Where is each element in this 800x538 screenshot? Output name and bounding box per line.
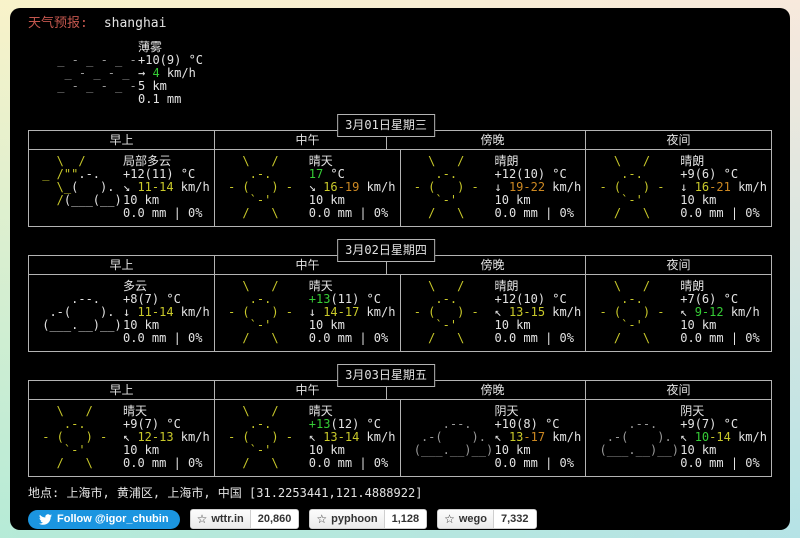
precipitation-text: 0.0 mm | 0%	[680, 456, 760, 470]
date-box-connector	[386, 260, 387, 274]
badge-count: 1,128	[384, 510, 427, 528]
star-icon: ☆	[316, 511, 328, 526]
twitter-follow-button[interactable]: Follow @igor_chubin	[28, 509, 180, 529]
column-header: 夜间	[666, 133, 691, 147]
day-table: 3月01日星期三 早上 中午 傍晚 夜间 \ / _ /"".-. \_( ). /(_…	[28, 114, 772, 227]
weather-art-sunny: \ / .-. - ( ) - `-' / \	[406, 154, 479, 220]
column-header: 早上	[29, 381, 215, 399]
precipitation-text: 0.0 mm | 0%	[123, 206, 203, 220]
page-background: 天气预报: shanghai _ - _ - _ - _ - _ - _ _ - …	[0, 0, 800, 538]
forecast-cell: \ / _ /"".-. \_( ). /(___(__) 局部多云 +12(11…	[29, 150, 215, 226]
location-line: 地点: 上海市, 黄浦区, 上海市, 中国 [31.2253441,121.48…	[28, 486, 423, 500]
badge-label: wttr.in	[211, 513, 244, 525]
forecast-cell: \ / .-. - ( ) - `-' / \ 晴天 +13(12) °C ↖ 13-…	[215, 400, 401, 476]
badge-label: pyphoon	[331, 513, 378, 525]
precipitation-text: 0.1 mm	[138, 92, 182, 106]
weather-art-sunny: \ / .-. - ( ) - `-' / \	[35, 404, 108, 470]
column-header: 早上	[29, 131, 215, 149]
precipitation-text: 0.0 mm | 0%	[308, 331, 389, 345]
precipitation-text: 0.0 mm | 0%	[680, 206, 760, 220]
column-header: 早上	[29, 256, 215, 274]
weather-art-sunny: \ / .-. - ( ) - `-' / \	[592, 279, 665, 345]
report-header: 天气预报: shanghai	[28, 16, 772, 31]
github-badge-pyphoon[interactable]: ☆ pyphoon 1,128	[309, 509, 428, 529]
date-box-connector	[386, 135, 387, 149]
precipitation-text: 0.0 mm | 0%	[494, 331, 574, 345]
date-box: 3月03日星期五	[337, 364, 435, 387]
weather-art-cloudy: .--. .-( ). (___.__)__)	[35, 292, 122, 332]
day-body-row: .--. .-( ). (___.__)__) 多云 +8(7) °C ↓ 11-1…	[29, 275, 771, 351]
star-icon: ☆	[444, 511, 455, 526]
day-table: 3月02日星期四 早上 中午 傍晚 夜间 .--. .-( ). (___.__)__)…	[28, 239, 772, 352]
forecast-cell: .--. .-( ). (___.__)__) 多云 +8(7) °C ↓ 11-1…	[29, 275, 215, 351]
date-box: 3月02日星期四	[337, 239, 435, 262]
forecast-cell: \ / .-. - ( ) - `-' / \ 晴朗 +9(6) °C ↓ 16-21…	[586, 150, 771, 226]
forecast-cell: \ / .-. - ( ) - `-' / \ 晴天 17 °C ↘ 16-19 km…	[215, 150, 401, 226]
column-header: 夜间	[666, 383, 691, 397]
forecast-cell: \ / .-. - ( ) - `-' / \ 晴朗 +7(6) °C ↖ 9-12 …	[586, 275, 771, 351]
report-label: 天气预报:	[28, 16, 88, 31]
weather-art-sunny: \ / .-. - ( ) - `-' / \	[592, 154, 665, 220]
forecast-cell: \ / .-. - ( ) - `-' / \ 晴朗 +12(10) °C ↓ 19-…	[401, 150, 587, 226]
forecast-cell: .--. .-( ). (___.__)__) 阴天 +9(7) °C ↖ 10-1…	[586, 400, 771, 476]
badge-count: 20,860	[250, 510, 299, 528]
precipitation-text: 0.0 mm | 0%	[308, 206, 389, 220]
date-box: 3月01日星期三	[337, 114, 435, 137]
weather-art-sunny: \ / .-. - ( ) - `-' / \	[220, 154, 293, 220]
terminal-window: 天气预报: shanghai _ - _ - _ - _ - _ - _ _ - …	[10, 8, 790, 530]
precipitation-text: 0.0 mm | 0%	[123, 456, 203, 470]
precipitation-text: 0.0 mm | 0%	[308, 456, 389, 470]
github-badge-wego[interactable]: ☆ wego 7,332	[437, 509, 537, 529]
forecast-cell: \ / .-. - ( ) - `-' / \ 晴朗 +12(10) °C ↖ 13-…	[401, 275, 587, 351]
weather-art-partly_cloudy: \ / _ /"".-. \_( ). /(___(__)	[35, 154, 122, 207]
precipitation-text: 0.0 mm | 0%	[123, 331, 203, 345]
date-box-connector	[386, 385, 387, 399]
github-badge-wttrin[interactable]: ☆ wttr.in 20,860	[189, 509, 300, 529]
forecast-cell: \ / .-. - ( ) - `-' / \ 晴天 +9(7) °C ↖ 12-13…	[29, 400, 215, 476]
weather-art-sunny: \ / .-. - ( ) - `-' / \	[220, 404, 293, 470]
footer-bar: Follow @igor_chubin ☆ wttr.in 20,860 ☆ pyp…	[28, 509, 772, 529]
day-body-row: \ / .-. - ( ) - `-' / \ 晴天 +9(7) °C ↖ 12-13…	[29, 400, 771, 476]
twitter-follow-label: Follow @igor_chubin	[57, 513, 169, 525]
current-conditions: _ - _ - _ - _ - _ - _ _ - _ - _ - 薄雾 +10(…	[50, 41, 772, 106]
weather-art-sunny: \ / .-. - ( ) - `-' / \	[406, 279, 479, 345]
weather-art-overcast: .--. .-( ). (___.__)__)	[406, 417, 494, 457]
twitter-bird-icon	[39, 513, 52, 525]
day-table: 3月03日星期五 早上 中午 傍晚 夜间 \ / .-. - ( ) - `-' / \…	[28, 364, 772, 477]
precipitation-text: 0.0 mm | 0%	[680, 331, 760, 345]
badge-count: 7,332	[494, 510, 536, 528]
star-icon: ☆	[196, 511, 208, 526]
day-body-row: \ / _ /"".-. \_( ). /(___(__) 局部多云 +12(11…	[29, 150, 771, 226]
location-query: shanghai	[103, 16, 167, 31]
badge-label: wego	[458, 513, 487, 525]
precipitation-text: 0.0 mm | 0%	[494, 456, 574, 470]
weather-art-mist: _ - _ - _ - _ - _ - _ _ - _ - _ -	[50, 53, 137, 93]
forecast-cell: .--. .-( ). (___.__)__) 阴天 +10(8) °C ↖ 13-…	[401, 400, 587, 476]
weather-art-overcast: .--. .-( ). (___.__)__)	[592, 417, 679, 457]
weather-art-sunny: \ / .-. - ( ) - `-' / \	[220, 279, 293, 345]
column-header: 夜间	[666, 258, 691, 272]
precipitation-text: 0.0 mm | 0%	[494, 206, 574, 220]
forecast-cell: \ / .-. - ( ) - `-' / \ 晴天 +13(11) °C ↓ 14-…	[215, 275, 401, 351]
forecast-days: 3月01日星期三 早上 中午 傍晚 夜间 \ / _ /"".-. \_( ). /(_…	[28, 114, 772, 477]
